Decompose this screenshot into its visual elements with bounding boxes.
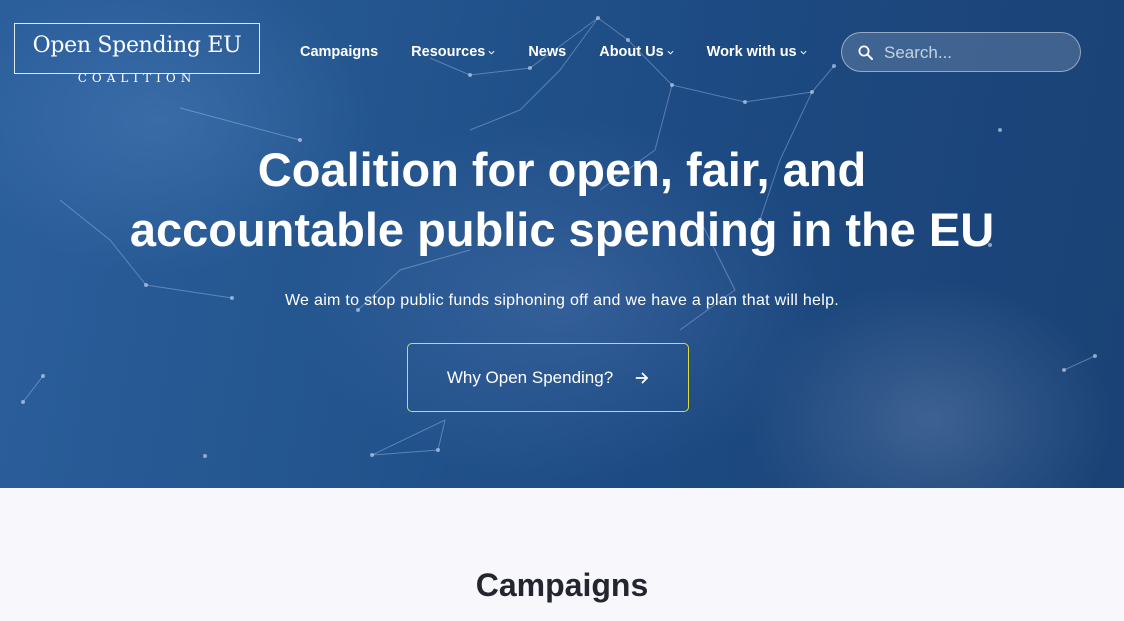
- hero-title-line-2: accountable public spending in the EU: [129, 203, 995, 256]
- cta-label: Why Open Spending?: [446, 367, 614, 387]
- nav-item-label: Campaigns: [300, 44, 379, 60]
- search-box[interactable]: [841, 32, 1081, 73]
- chevron-down-icon: [667, 50, 674, 55]
- chevron-down-icon: [800, 50, 807, 55]
- nav-item-work-with-us[interactable]: Work with us: [707, 44, 807, 60]
- arrow-right-icon: [635, 372, 649, 383]
- section-title-campaigns: Campaigns: [475, 567, 649, 603]
- nav-item-label: Resources: [411, 44, 486, 60]
- why-open-spending-button[interactable]: Why Open Spending?: [407, 343, 689, 412]
- logo-title: Open Spending EU: [32, 33, 242, 58]
- search-icon: [858, 45, 873, 60]
- nav-item-label: About Us: [599, 44, 664, 60]
- main-nav: Campaigns Resources News About Us Work w…: [300, 44, 840, 60]
- nav-item-resources[interactable]: Resources: [411, 44, 495, 60]
- chevron-down-icon: [488, 50, 495, 55]
- hero-section: Open Spending EU COALITION Campaigns Res…: [0, 0, 1124, 488]
- nav-item-label: News: [528, 44, 567, 60]
- hero-subtitle: We aim to stop public funds siphoning of…: [284, 292, 840, 309]
- hero-title-line-1: Coalition for open, fair, and: [257, 143, 867, 196]
- nav-item-news[interactable]: News: [528, 44, 566, 60]
- nav-item-about-us[interactable]: About Us: [599, 44, 674, 60]
- nav-item-campaigns[interactable]: Campaigns: [300, 44, 378, 60]
- logo-subtitle: COALITION: [77, 71, 197, 85]
- site-logo[interactable]: Open Spending EU COALITION: [14, 23, 260, 85]
- search-input[interactable]: [882, 33, 1076, 73]
- hero-title: Coalition for open, fair, and accountabl…: [0, 140, 1124, 260]
- nav-item-label: Work with us: [706, 44, 797, 60]
